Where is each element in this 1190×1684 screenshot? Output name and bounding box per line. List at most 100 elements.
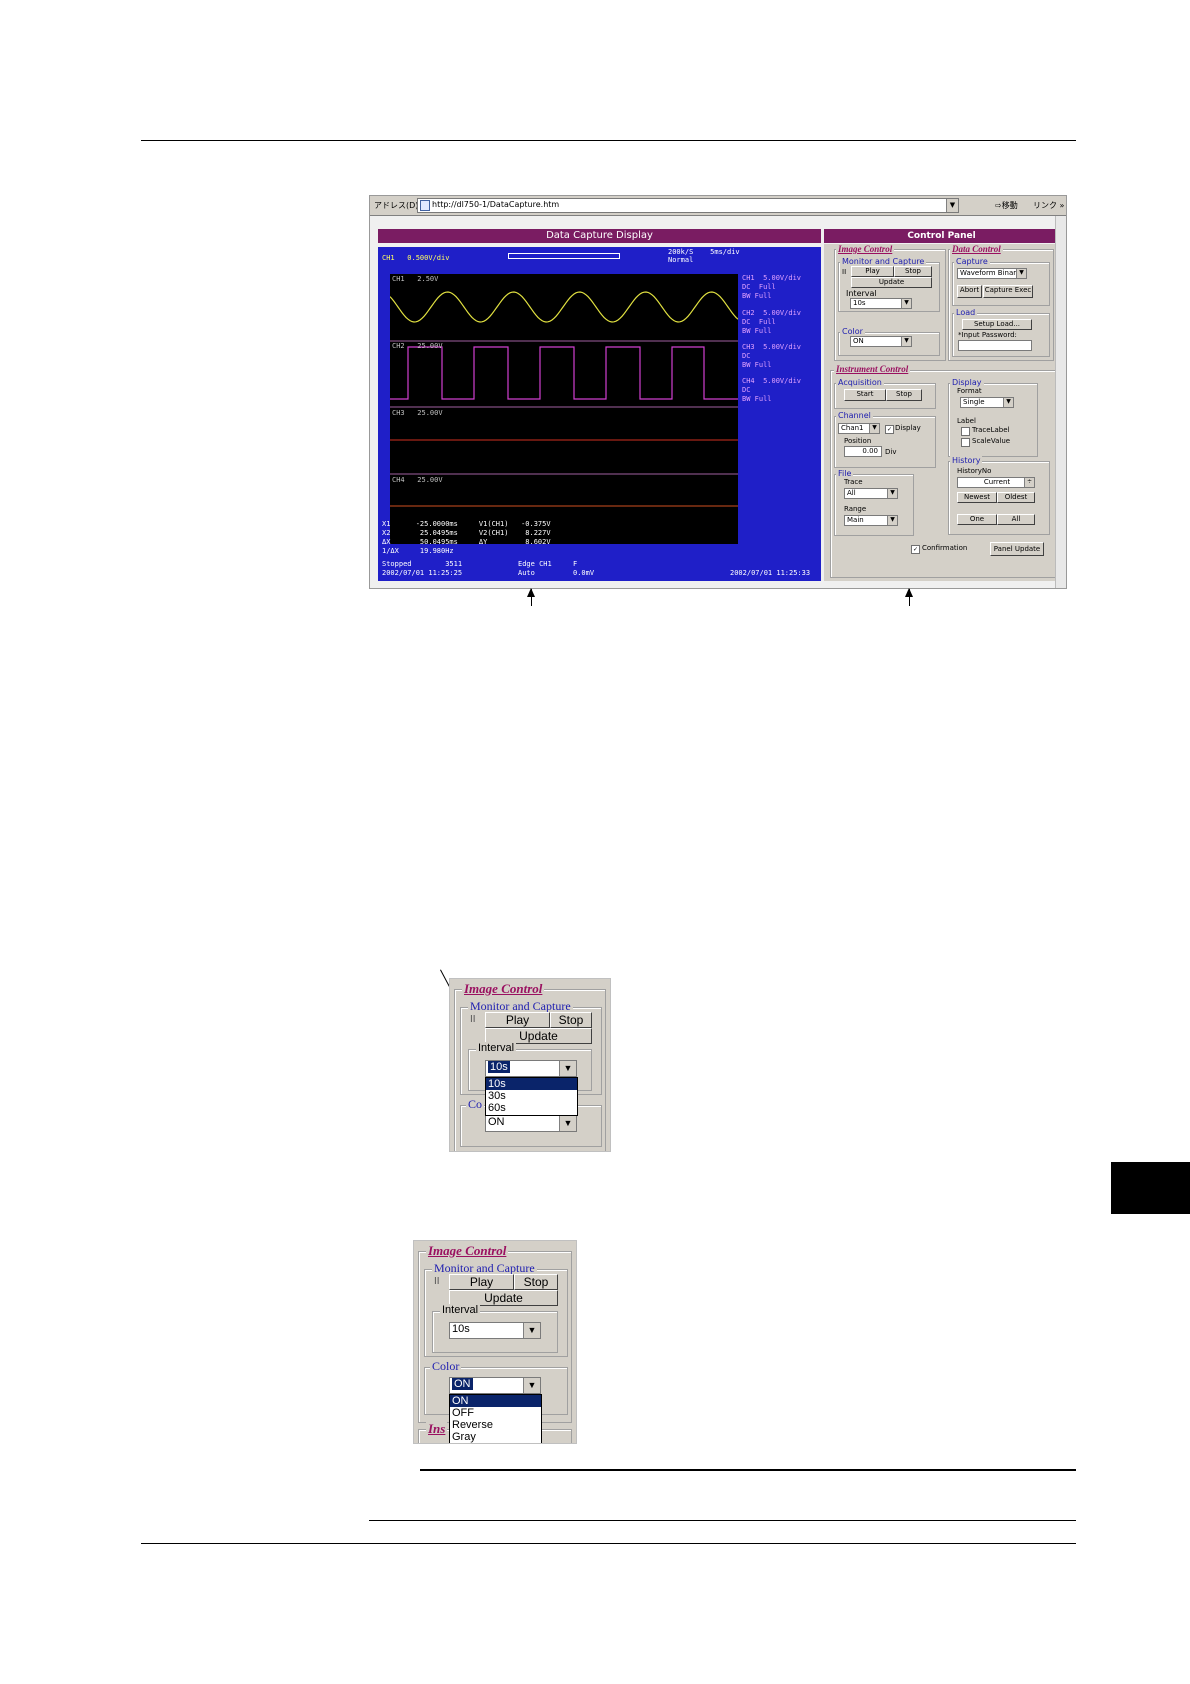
stop-button[interactable]: Stop xyxy=(894,266,932,277)
zoom2-color-selected: ON xyxy=(452,1378,473,1390)
confirmation-label: Confirmation xyxy=(922,544,968,552)
color-select[interactable]: ON ▼ xyxy=(850,336,912,347)
cursor-row-4: 1/ΔX 19.980Hz xyxy=(382,547,454,555)
chevron-down-icon[interactable]: ▼ xyxy=(523,1378,540,1393)
confirmation-checkbox[interactable]: ✓ xyxy=(911,545,920,554)
display-check-label: Display xyxy=(895,424,921,432)
history-input[interactable]: Current ÷ xyxy=(957,477,1035,488)
chevron-down-icon[interactable]: ▼ xyxy=(1003,398,1013,407)
zoom2-color-label: Color xyxy=(430,1359,462,1374)
start-button[interactable]: Start xyxy=(844,389,886,401)
channel-label: Channel xyxy=(836,411,873,420)
zoom2-color-select[interactable]: ON ▼ xyxy=(449,1377,541,1394)
interval-select[interactable]: 10s ▼ xyxy=(850,298,912,309)
trace-label-ch4: CH4 25.00V xyxy=(392,476,443,484)
go-button[interactable]: ⇨移動 xyxy=(995,200,1018,211)
trace-select[interactable]: All ▼ xyxy=(844,488,898,499)
address-input[interactable]: http://dl750-1/DataCapture.htm ▼ xyxy=(417,198,959,213)
color-option[interactable]: ON xyxy=(450,1395,541,1407)
range-select[interactable]: Main ▼ xyxy=(844,515,898,526)
trace-label-checkbox[interactable] xyxy=(961,427,970,436)
status-date-right: 2002/07/01 11:25:33 xyxy=(730,569,811,577)
abort-button[interactable]: Abort xyxy=(957,285,982,298)
spin-icon[interactable]: ÷ xyxy=(1024,478,1034,487)
color-value: ON xyxy=(853,337,864,345)
color-option[interactable]: Gray xyxy=(450,1431,541,1443)
chevron-down-icon[interactable]: ▼ xyxy=(901,337,911,346)
address-url: http://dl750-1/DataCapture.htm xyxy=(432,200,560,209)
history-label: History xyxy=(950,456,983,465)
links-button[interactable]: リンク » xyxy=(1033,200,1064,211)
zoom2-play-button[interactable]: Play xyxy=(449,1274,514,1290)
channel-select[interactable]: Chan1 ▼ xyxy=(838,423,880,434)
scrollbar[interactable] xyxy=(1055,216,1066,588)
zoom-play-button[interactable]: Play xyxy=(485,1012,550,1028)
zoom-interval-select[interactable]: 10s ▼ xyxy=(485,1060,577,1077)
position-input[interactable]: 0.00 xyxy=(844,446,882,457)
pause-icon[interactable]: II xyxy=(470,1014,476,1025)
trace-label-ch1: CH1 2.50V xyxy=(392,275,439,283)
top-rule xyxy=(141,140,1076,141)
chevron-down-icon[interactable]: ▼ xyxy=(887,489,897,498)
image-control-heading: Image Control xyxy=(836,244,895,254)
chevron-down-icon[interactable]: ▼ xyxy=(946,199,958,212)
password-input[interactable] xyxy=(958,340,1032,351)
display-checkbox[interactable]: ✓ xyxy=(885,425,894,434)
waveform-display: CH1 0.500V/div 200k/S 5ms/div Normal CH1… xyxy=(378,247,821,581)
update-button[interactable]: Update xyxy=(851,277,932,288)
capture-exec-button[interactable]: Capture Exec xyxy=(983,285,1033,298)
address-bar: アドレス(D) http://dl750-1/DataCapture.htm ▼… xyxy=(370,196,1066,216)
trace-label-check-label: TraceLabel xyxy=(972,426,1010,434)
range-value: Main xyxy=(847,516,864,524)
color-option[interactable]: OFF xyxy=(450,1407,541,1419)
zoom2-interval-select[interactable]: 10s ▼ xyxy=(449,1322,541,1339)
interval-zoom-panel: Image Control Monitor and Capture II Pla… xyxy=(449,978,611,1152)
chevron-down-icon[interactable]: ▼ xyxy=(901,299,911,308)
instrument-stop-button[interactable]: Stop xyxy=(886,389,922,401)
newest-button[interactable]: Newest xyxy=(957,492,997,503)
data-control-heading: Data Control xyxy=(950,244,1003,254)
all-button[interactable]: All xyxy=(997,514,1035,525)
zoom-stop-button[interactable]: Stop xyxy=(550,1012,592,1028)
interval-label: Interval xyxy=(844,289,879,298)
color-zoom-panel: Image Control Monitor and Capture II Pla… xyxy=(413,1240,577,1444)
format-select[interactable]: Single ▼ xyxy=(960,397,1014,408)
chevron-down-icon[interactable]: ▼ xyxy=(887,516,897,525)
scale-value-check-label: ScaleValue xyxy=(972,437,1011,445)
interval-option[interactable]: 60s xyxy=(486,1102,577,1114)
format-label: Format xyxy=(957,387,982,395)
pause-icon[interactable]: II xyxy=(842,268,846,276)
chevron-down-icon[interactable]: ▼ xyxy=(559,1116,576,1131)
setup-load-button[interactable]: Setup Load... xyxy=(962,319,1032,330)
interval-option[interactable]: 10s xyxy=(486,1078,577,1090)
trace-label-ch2: CH2 25.00V xyxy=(392,342,443,350)
pause-icon[interactable]: II xyxy=(434,1276,440,1287)
capture-value: Waveform Binary xyxy=(960,269,1021,277)
trace-label: Trace xyxy=(844,478,863,486)
browser-screenshot: アドレス(D) http://dl750-1/DataCapture.htm ▼… xyxy=(369,195,1067,589)
chevron-down-icon[interactable]: ▼ xyxy=(559,1061,576,1076)
color-option[interactable]: Reverse xyxy=(450,1419,541,1431)
chevron-down-icon[interactable]: ▼ xyxy=(523,1323,540,1338)
zoom2-stop-button[interactable]: Stop xyxy=(514,1274,558,1290)
page-icon xyxy=(420,200,430,211)
chevron-down-icon[interactable]: ▼ xyxy=(869,424,879,433)
one-button[interactable]: One xyxy=(957,514,997,525)
capture-select[interactable]: Waveform Binary ▼ xyxy=(957,268,1027,279)
status-date-left: 2002/07/01 11:25:25 xyxy=(382,569,463,577)
zoom2-interval-value: 10s xyxy=(452,1323,470,1335)
history-value: Current xyxy=(983,478,1011,486)
ch1-scale: CH1 5.00V/div DC Full BW Full xyxy=(742,274,802,300)
scale-value-checkbox[interactable] xyxy=(961,438,970,447)
interval-value: 10s xyxy=(853,299,866,307)
header-mode: Normal xyxy=(668,256,694,264)
panel-update-button[interactable]: Panel Update xyxy=(990,542,1044,556)
zoom2-next-heading-partial: Ins xyxy=(426,1421,448,1437)
history-no-label: HistoryNo xyxy=(957,467,992,475)
interval-option[interactable]: 30s xyxy=(486,1090,577,1102)
channel-value: Chan1 xyxy=(841,424,864,432)
zoom-color-select[interactable]: ON ▼ xyxy=(485,1115,577,1132)
chevron-down-icon[interactable]: ▼ xyxy=(1016,269,1026,278)
play-button[interactable]: Play xyxy=(851,266,894,277)
oldest-button[interactable]: Oldest xyxy=(997,492,1035,503)
